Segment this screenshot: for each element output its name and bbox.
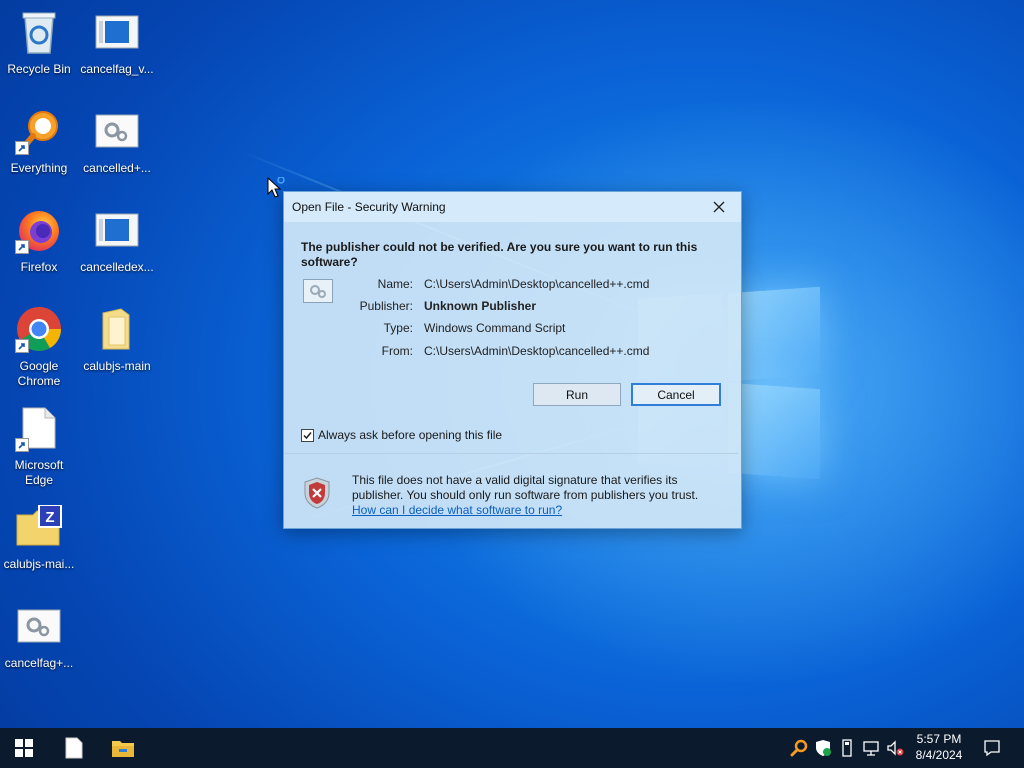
document-window-icon	[93, 206, 141, 254]
icon-label: cancelled+...	[83, 161, 151, 175]
shortcut-arrow-icon	[15, 240, 29, 254]
run-button[interactable]: Run	[533, 383, 621, 406]
cancelledex-desktop-icon[interactable]: cancelledex...	[78, 206, 156, 275]
zip-folder-icon: Z	[15, 503, 63, 551]
notification-icon	[984, 740, 1000, 757]
icon-label: calubjs-main	[83, 359, 151, 373]
security-tray-button[interactable]	[813, 738, 833, 758]
dialog-divider	[285, 453, 738, 454]
shortcut-arrow-icon	[15, 438, 29, 452]
firefox-desktop-icon[interactable]: Firefox	[0, 206, 78, 275]
everything-desktop-icon[interactable]: Everything	[0, 107, 78, 176]
everything-tray-button[interactable]	[789, 738, 809, 758]
taskbar-notepad-button[interactable]	[50, 728, 98, 768]
icon-label: cancelfag_v...	[80, 62, 154, 76]
notification-center-button[interactable]	[982, 738, 1002, 758]
help-decide-link[interactable]: How can I decide what software to run?	[352, 503, 562, 517]
field-from-value: C:\Users\Admin\Desktop\cancelled++.cmd	[424, 344, 650, 358]
field-from-key: From:	[381, 344, 413, 358]
script-file-icon	[93, 107, 141, 155]
always-ask-label: Always ask before opening this file	[318, 428, 503, 442]
document-window-icon	[93, 8, 141, 56]
shortcut-arrow-icon	[15, 141, 29, 155]
clock-date: 8/4/2024	[915, 748, 963, 762]
network-tray-button[interactable]	[861, 738, 881, 758]
windows-start-icon	[15, 739, 33, 757]
icon-label: Recycle Bin	[7, 62, 71, 76]
dialog-title: Open File - Security Warning	[292, 200, 446, 214]
taskbar-file-explorer-button[interactable]	[99, 728, 147, 768]
blank-document-icon	[15, 404, 63, 452]
field-publisher-value: Unknown Publisher	[424, 299, 537, 313]
taskbar-clock[interactable]: 5:57 PM 8/4/2024	[906, 731, 972, 763]
desktop: Recycle Bin Everything Firefox Google Ch…	[0, 0, 1024, 728]
google-chrome-desktop-icon[interactable]: Google Chrome	[0, 305, 78, 389]
icon-label: Everything	[10, 161, 68, 175]
icon-label: Microsoft Edge	[14, 458, 64, 487]
signature-warning-text: This file does not have a valid digital …	[352, 473, 699, 502]
usb-tray-button[interactable]	[837, 738, 857, 758]
field-name-value: C:\Users\Admin\Desktop\cancelled++.cmd	[424, 277, 650, 291]
shortcut-arrow-icon	[15, 339, 29, 353]
icon-label: cancelfag+...	[4, 656, 74, 670]
field-publisher-row: Publisher: Unknown Publisher	[284, 299, 724, 315]
close-icon	[713, 201, 725, 213]
icon-label: cancelledex...	[80, 260, 154, 274]
taskbar: 5:57 PM 8/4/2024	[0, 728, 1024, 768]
clock-time: 5:57 PM	[916, 732, 962, 746]
security-shield-icon	[303, 477, 331, 509]
always-ask-checkbox[interactable]	[301, 428, 314, 442]
folder-icon	[93, 305, 141, 353]
close-button[interactable]	[705, 195, 733, 219]
volume-muted-tray-icon	[887, 740, 904, 756]
field-name-row: Name: C:\Users\Admin\Desktop\cancelled++…	[284, 277, 724, 293]
dialog-titlebar[interactable]: Open File - Security Warning	[284, 192, 741, 222]
chrome-icon	[15, 305, 63, 353]
security-tray-icon	[816, 740, 831, 756]
everything-tray-icon	[790, 739, 808, 757]
firefox-icon	[15, 206, 63, 254]
cancel-button[interactable]: Cancel	[631, 383, 721, 406]
start-button[interactable]	[0, 728, 48, 768]
recycle-bin-icon	[15, 8, 63, 56]
cancelfag-plus-desktop-icon[interactable]: cancelfag+...	[0, 602, 78, 671]
security-warning-dialog: Open File - Security Warning The publish…	[283, 191, 742, 529]
svg-text:Z: Z	[45, 509, 54, 526]
field-from-row: From: C:\Users\Admin\Desktop\cancelled++…	[284, 344, 724, 360]
icon-label: calubjs-mai...	[3, 557, 75, 571]
icon-label: Google Chrome	[17, 359, 61, 388]
usb-tray-icon	[842, 739, 852, 757]
always-ask-checkbox-row[interactable]: Always ask before opening this file	[301, 428, 502, 442]
script-file-icon	[15, 602, 63, 650]
microsoft-edge-desktop-icon[interactable]: Microsoft Edge	[0, 404, 78, 488]
icon-label: Firefox	[20, 260, 58, 274]
notepad-icon	[65, 737, 83, 759]
calubjs-zip-desktop-icon[interactable]: Z calubjs-mai...	[0, 503, 78, 572]
field-publisher-key: Publisher:	[359, 299, 413, 313]
recycle-bin-desktop-icon[interactable]: Recycle Bin	[0, 8, 78, 77]
field-type-value: Windows Command Script	[424, 321, 566, 335]
volume-tray-button[interactable]	[885, 738, 905, 758]
calubjs-main-folder-desktop-icon[interactable]: calubjs-main	[78, 305, 156, 374]
file-explorer-icon	[112, 741, 134, 757]
cancelfag-v-desktop-icon[interactable]: cancelfag_v...	[78, 8, 156, 77]
cancelled-plus-desktop-icon[interactable]: cancelled+...	[78, 107, 156, 176]
everything-search-icon	[15, 107, 63, 155]
field-name-key: Name:	[377, 277, 413, 291]
checkmark-icon	[303, 431, 312, 439]
field-type-key: Type:	[383, 321, 413, 335]
signature-warning: This file does not have a valid digital …	[352, 473, 722, 518]
dialog-question: The publisher could not be verified. Are…	[301, 240, 698, 269]
field-type-row: Type: Windows Command Script	[284, 321, 724, 337]
network-tray-icon	[863, 741, 879, 756]
